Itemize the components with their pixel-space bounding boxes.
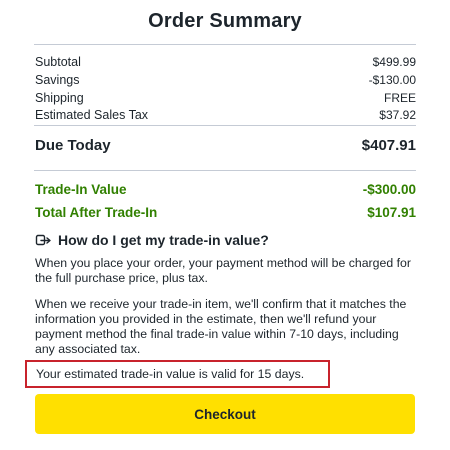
sales-tax-value: $37.92 (379, 108, 416, 122)
trade-in-value-label: Trade-In Value (35, 182, 127, 197)
trade-in-swap-icon (35, 232, 51, 248)
total-after-trade-in-row: Total After Trade-In $107.91 (35, 205, 416, 220)
shipping-row: Shipping FREE (35, 91, 416, 105)
savings-value: -$130.00 (368, 73, 416, 87)
subtotal-value: $499.99 (372, 55, 416, 69)
due-today-row: Due Today $407.91 (35, 137, 416, 154)
trade-in-faq-heading: How do I get my trade-in value? (35, 232, 269, 248)
total-after-trade-in-label: Total After Trade-In (35, 205, 158, 220)
shipping-label: Shipping (35, 91, 84, 105)
sales-tax-label: Estimated Sales Tax (35, 108, 149, 122)
due-today-label: Due Today (35, 137, 111, 154)
savings-row: Savings -$130.00 (35, 73, 416, 87)
savings-label: Savings (35, 73, 80, 87)
trade-in-faq-paragraph: When you place your order, your payment … (35, 256, 411, 285)
validity-note-text: Your estimated trade-in value is valid f… (36, 367, 305, 381)
divider (34, 125, 416, 126)
trade-in-value-row: Trade-In Value -$300.00 (35, 182, 416, 197)
due-today-value: $407.91 (361, 137, 416, 154)
trade-in-value-amount: -$300.00 (362, 182, 416, 197)
divider (34, 170, 416, 171)
shipping-value: FREE (383, 91, 416, 105)
sales-tax-row: Estimated Sales Tax $37.92 (35, 108, 416, 122)
subtotal-label: Subtotal (35, 55, 81, 69)
divider (34, 44, 416, 45)
page-title: Order Summary (148, 10, 302, 32)
trade-in-faq-paragraph: When we receive your trade-in item, we'l… (35, 297, 407, 356)
validity-note: Your estimated trade-in value is valid f… (25, 360, 330, 388)
total-after-trade-in-amount: $107.91 (367, 205, 416, 220)
subtotal-row: Subtotal $499.99 (35, 55, 416, 69)
checkout-button[interactable]: Checkout (35, 394, 415, 434)
trade-in-faq-question: How do I get my trade-in value? (58, 232, 269, 248)
